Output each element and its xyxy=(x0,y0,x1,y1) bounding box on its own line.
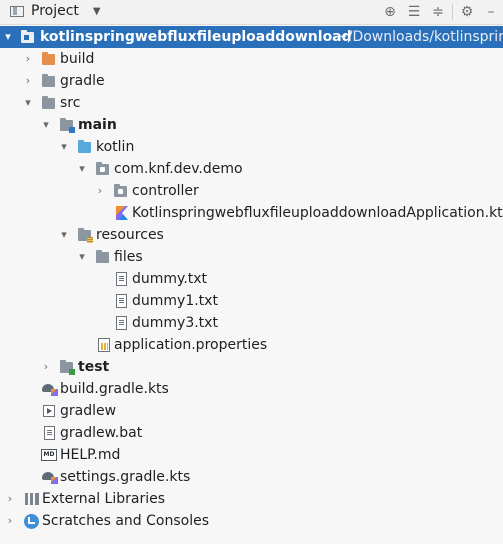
tree-row-kotlin[interactable]: ▾ kotlin xyxy=(0,136,503,158)
locate-icon[interactable]: ⊕ xyxy=(378,0,402,24)
tree-row-dummy[interactable]: dummy.txt xyxy=(0,268,503,290)
tree-item-label: test xyxy=(78,359,110,375)
tree-row-gradlew[interactable]: gradlew xyxy=(0,400,503,422)
folder-icon xyxy=(96,250,109,263)
tree-row-package[interactable]: ▾ com.knf.dev.demo xyxy=(0,158,503,180)
package-icon xyxy=(96,162,109,175)
tree-item-label: com.knf.dev.demo xyxy=(114,161,243,177)
tree-item-label: dummy.txt xyxy=(132,271,208,287)
tree-item-label: files xyxy=(114,249,143,265)
project-view-selector[interactable]: Project ▼ xyxy=(10,3,101,19)
gradle-kts-file-icon xyxy=(42,470,58,484)
tree-item-label: dummy1.txt xyxy=(132,293,218,309)
tree-item-label: Scratches and Consoles xyxy=(42,513,209,529)
tree-item-label: settings.gradle.kts xyxy=(60,469,191,485)
chevron-right-icon[interactable]: › xyxy=(4,488,16,510)
text-file-icon xyxy=(116,294,127,308)
chevron-down-icon[interactable]: ▾ xyxy=(58,224,70,246)
tree-item-label: controller xyxy=(132,183,199,199)
tree-row-build[interactable]: › build xyxy=(0,48,503,70)
module-folder-icon xyxy=(21,30,34,43)
tree-item-label: application.properties xyxy=(114,337,268,353)
collapse-all-icon[interactable]: ≑ xyxy=(426,0,450,24)
folder-icon xyxy=(42,74,55,87)
tree-item-label: External Libraries xyxy=(42,491,165,507)
library-icon xyxy=(25,493,39,505)
tree-row-src[interactable]: ▾ src xyxy=(0,92,503,114)
tree-row-app-props[interactable]: application.properties xyxy=(0,334,503,356)
chevron-right-icon[interactable]: › xyxy=(94,180,106,202)
text-file-icon xyxy=(116,316,127,330)
tree-row-files[interactable]: ▾ files xyxy=(0,246,503,268)
chevron-right-icon[interactable]: › xyxy=(22,70,34,92)
project-icon xyxy=(10,5,24,17)
tree-row-controller[interactable]: › controller xyxy=(0,180,503,202)
source-root-folder-icon xyxy=(78,140,91,153)
expand-all-icon[interactable]: ☰ xyxy=(402,0,426,24)
chevron-right-icon[interactable]: › xyxy=(40,356,52,378)
tree-row-external-libraries[interactable]: › External Libraries xyxy=(0,488,503,510)
markdown-file-icon: MD xyxy=(41,449,57,461)
project-view-title[interactable]: Project xyxy=(31,3,79,19)
chevron-right-icon[interactable]: › xyxy=(22,48,34,70)
project-toolbar: Project ▼ ⊕ ☰ ≑ ⚙ – xyxy=(0,0,503,25)
tree-item-label: HELP.md xyxy=(60,447,121,463)
chevron-down-icon[interactable]: ▾ xyxy=(76,158,88,180)
tree-row-dummy3[interactable]: dummy3.txt xyxy=(0,312,503,334)
excluded-folder-icon xyxy=(42,52,55,65)
kotlin-file-icon xyxy=(116,206,128,220)
chevron-down-icon[interactable]: ▾ xyxy=(40,114,52,136)
tree-row-help[interactable]: MD HELP.md xyxy=(0,444,503,466)
test-folder-icon xyxy=(60,360,75,375)
gradle-kts-file-icon xyxy=(42,382,58,396)
text-file-icon xyxy=(116,272,127,286)
tree-row-root[interactable]: ▾ kotlinspringwebfluxfileuploaddownload … xyxy=(0,26,503,48)
tree-row-test[interactable]: › test xyxy=(0,356,503,378)
tree-item-label: dummy3.txt xyxy=(132,315,218,331)
chevron-down-icon[interactable]: ▾ xyxy=(58,136,70,158)
tree-row-build-gradle[interactable]: build.gradle.kts xyxy=(0,378,503,400)
resources-folder-icon xyxy=(78,228,93,243)
text-file-icon xyxy=(44,426,55,440)
chevron-down-icon[interactable]: ▼ xyxy=(93,6,101,17)
tree-item-label: main xyxy=(78,117,117,133)
tree-row-dummy1[interactable]: dummy1.txt xyxy=(0,290,503,312)
tree-row-app-file[interactable]: KotlinspringwebfluxfileuploaddownloadApp… xyxy=(0,202,503,224)
tree-item-label: gradlew.bat xyxy=(60,425,143,441)
source-folder-icon xyxy=(60,118,75,133)
tree-row-main[interactable]: ▾ main xyxy=(0,114,503,136)
tree-row-resources[interactable]: ▾ resources xyxy=(0,224,503,246)
properties-file-icon xyxy=(98,338,110,352)
tree-item-label: KotlinspringwebfluxfileuploaddownloadApp… xyxy=(132,205,503,221)
tree-row-gradlew-bat[interactable]: gradlew.bat xyxy=(0,422,503,444)
tree-item-label: build.gradle.kts xyxy=(60,381,169,397)
chevron-right-icon[interactable]: › xyxy=(4,510,16,532)
tree-item-label: resources xyxy=(96,227,164,243)
chevron-down-icon[interactable]: ▾ xyxy=(2,26,14,48)
tree-item-label: build xyxy=(60,51,95,67)
tree-item-label: gradle xyxy=(60,73,105,89)
scratches-icon xyxy=(24,514,39,529)
tree-row-scratches[interactable]: › Scratches and Consoles xyxy=(0,510,503,532)
chevron-down-icon[interactable]: ▾ xyxy=(76,246,88,268)
tree-item-label: gradlew xyxy=(60,403,117,419)
root-module-label: kotlinspringwebfluxfileuploaddownload xyxy=(40,29,352,45)
toolbar-divider xyxy=(452,4,453,20)
root-path-label: ~/Downloads/kotlinsprin xyxy=(336,29,503,45)
tree-item-label: src xyxy=(60,95,81,111)
tree-item-label: kotlin xyxy=(96,139,135,155)
hide-icon[interactable]: – xyxy=(479,0,503,24)
folder-icon xyxy=(42,96,55,109)
chevron-down-icon[interactable]: ▾ xyxy=(22,92,34,114)
tree-row-settings-gradle[interactable]: settings.gradle.kts xyxy=(0,466,503,488)
package-icon xyxy=(114,184,127,197)
tree-row-gradle[interactable]: › gradle xyxy=(0,70,503,92)
executable-file-icon xyxy=(43,405,55,417)
settings-icon[interactable]: ⚙ xyxy=(455,0,479,24)
